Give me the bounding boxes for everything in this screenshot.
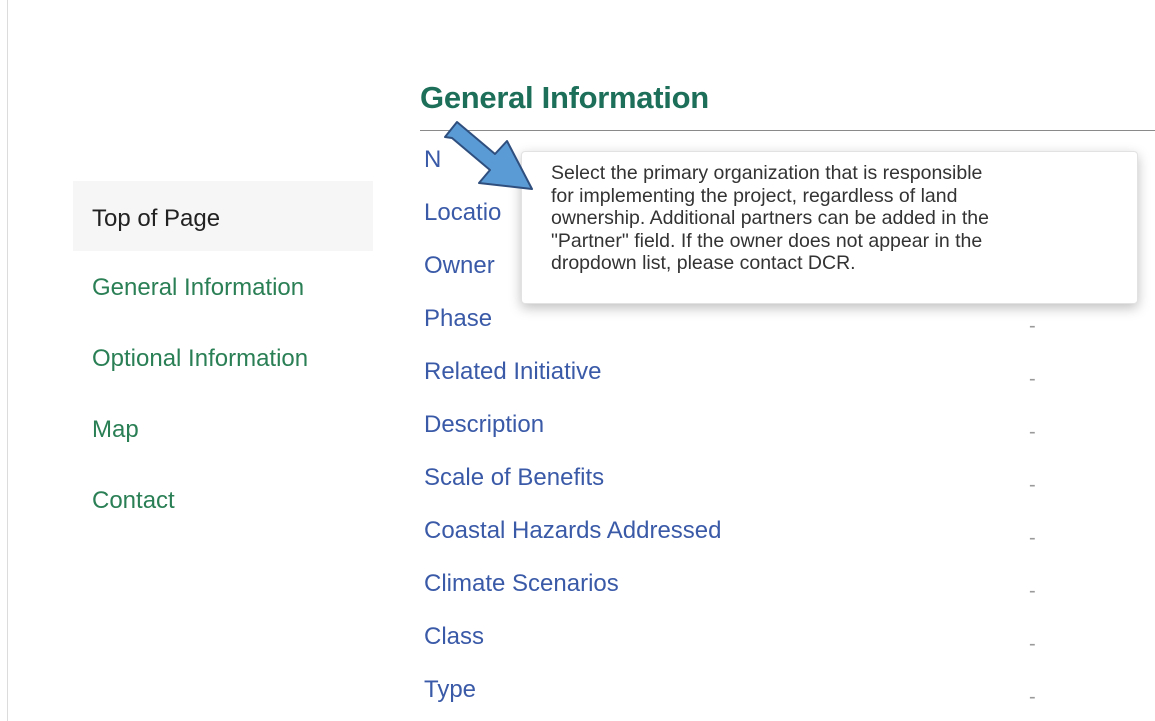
field-value: - bbox=[1029, 527, 1036, 549]
field-row-scale-of-benefits: Scale of Benefits - bbox=[424, 452, 1154, 505]
sidebar-item-top-of-page[interactable]: Top of Page bbox=[73, 181, 373, 251]
field-label[interactable]: Description bbox=[424, 411, 544, 439]
field-label[interactable]: Class bbox=[424, 623, 484, 651]
field-label[interactable]: N bbox=[424, 146, 441, 174]
field-row-coastal-hazards: Coastal Hazards Addressed - bbox=[424, 505, 1154, 558]
field-row-description: Description - bbox=[424, 399, 1154, 452]
window-edge bbox=[7, 0, 8, 721]
sidebar-item-map[interactable]: Map bbox=[73, 393, 373, 464]
title-divider bbox=[420, 130, 1155, 131]
field-label[interactable]: Coastal Hazards Addressed bbox=[424, 517, 722, 545]
field-value: - bbox=[1029, 315, 1036, 337]
field-row-related-initiative: Related Initiative - bbox=[424, 346, 1154, 399]
field-row-climate-scenarios: Climate Scenarios - bbox=[424, 558, 1154, 611]
field-value: - bbox=[1029, 580, 1036, 602]
sidebar-nav: Top of Page General Information Optional… bbox=[73, 181, 373, 535]
field-label[interactable]: Related Initiative bbox=[424, 358, 601, 386]
field-value: - bbox=[1029, 633, 1036, 655]
field-value: - bbox=[1029, 368, 1036, 390]
tooltip-text: Select the primary organization that is … bbox=[551, 162, 989, 274]
sidebar-item-general-information[interactable]: General Information bbox=[73, 251, 373, 322]
field-label[interactable]: Locatio bbox=[424, 199, 501, 227]
page: Top of Page General Information Optional… bbox=[0, 0, 1155, 721]
sidebar-item-optional-information[interactable]: Optional Information bbox=[73, 322, 373, 393]
field-label[interactable]: Scale of Benefits bbox=[424, 464, 604, 492]
field-value: - bbox=[1029, 421, 1036, 443]
section-title: General Information bbox=[420, 80, 709, 115]
field-value: - bbox=[1029, 686, 1036, 708]
field-value: - bbox=[1029, 474, 1036, 496]
field-label[interactable]: Type bbox=[424, 676, 476, 704]
field-row-class: Class - bbox=[424, 611, 1154, 664]
field-label[interactable]: Climate Scenarios bbox=[424, 570, 619, 598]
field-label[interactable]: Phase bbox=[424, 305, 492, 333]
field-label[interactable]: Owner bbox=[424, 252, 495, 280]
sidebar-item-contact[interactable]: Contact bbox=[73, 464, 373, 535]
owner-help-tooltip: Select the primary organization that is … bbox=[521, 151, 1138, 304]
field-row-type: Type - bbox=[424, 664, 1154, 717]
